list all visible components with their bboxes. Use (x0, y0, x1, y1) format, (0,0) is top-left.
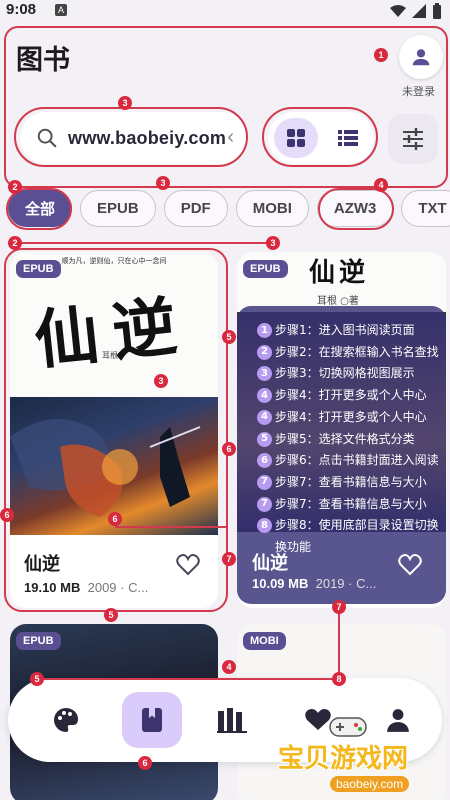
annotation-marker: 7 (332, 600, 346, 614)
status-time: 9:08 (6, 1, 37, 18)
step-item: 4 步骤4：打开更多或个人中心 (257, 407, 440, 429)
format-badge: MOBI (243, 632, 286, 650)
watermark-text: 宝贝游戏网 (278, 744, 409, 774)
site-watermark-logo: 宝贝游戏网 baobeiy.com (270, 717, 450, 800)
annotation-box-chip-all (6, 188, 72, 230)
annotation-marker: 6 (0, 508, 14, 522)
annotation-line (115, 526, 227, 528)
book-year: 2019 · C... (315, 576, 377, 591)
annotation-box-chip-azw3 (318, 188, 394, 230)
annotation-marker: 4 (222, 660, 236, 674)
annotation-marker: 1 (374, 48, 388, 62)
annotation-marker: 3 (156, 176, 170, 190)
book-meta: 10.09 MB 2019 · C... (252, 576, 376, 591)
annotation-marker: 6 (108, 512, 122, 526)
nav-books[interactable] (122, 692, 182, 748)
format-badge: EPUB (16, 632, 61, 650)
annotation-line (14, 242, 272, 244)
nav-shelf[interactable] (208, 698, 256, 742)
annotation-marker: 3 (118, 96, 132, 110)
format-badge: EPUB (243, 260, 288, 278)
annotation-marker: 5 (104, 608, 118, 622)
annotation-line (36, 678, 342, 680)
cover-author: 耳根 ○著 (317, 296, 359, 307)
annotation-box-search (14, 107, 248, 167)
annotation-marker: 7 (222, 552, 236, 566)
annotation-marker: 6 (222, 442, 236, 456)
step-item: 5 步骤5：选择文件格式分类 (257, 429, 440, 451)
step-item: 2 步骤2：在搜索框输入书名查找 (257, 342, 440, 364)
step-item: 7 步骤7：查看书籍信息与大小 (257, 494, 440, 516)
status-icons (390, 3, 442, 19)
step-item: 1 步骤1：进入图书阅读页面 (257, 320, 440, 342)
annotation-marker: 3 (154, 374, 168, 388)
annotation-marker: 4 (374, 178, 388, 192)
palette-icon (54, 708, 78, 732)
nav-theme[interactable] (42, 698, 90, 742)
annotation-marker: 3 (266, 236, 280, 250)
chip-txt[interactable]: TXT (401, 190, 450, 227)
annotation-line (226, 336, 228, 526)
book-size: 10.09 MB (252, 576, 309, 591)
step-item: 7 步骤7：查看书籍信息与大小 (257, 472, 440, 494)
chip-epub[interactable]: EPUB (80, 190, 156, 227)
step-item: 4 步骤4：打开更多或个人中心 (257, 385, 440, 407)
book-icon (142, 708, 162, 732)
step-item: 6 步骤6：点击书籍封面进入阅读 (257, 450, 440, 472)
annotation-box-view-toggle (262, 107, 378, 167)
annotation-box-card (4, 248, 228, 612)
battery-icon (433, 3, 441, 19)
annotation-marker: 2 (8, 236, 22, 250)
chip-mobi[interactable]: MOBI (235, 190, 309, 227)
step-item: 3 步骤3：切换网格视图展示 (257, 363, 440, 385)
annotation-marker: 5 (222, 330, 236, 344)
gamepad-icon (329, 717, 367, 737)
annotation-marker: 6 (138, 756, 152, 770)
favorite-heart-icon[interactable] (398, 554, 422, 576)
annotation-line (338, 604, 340, 680)
app-notification-icon: A (55, 4, 67, 16)
bookshelf-icon (217, 708, 247, 733)
wifi-icon (390, 5, 406, 17)
chip-pdf[interactable]: PDF (163, 190, 228, 227)
signal-icon (412, 4, 426, 18)
annotation-marker: 5 (30, 672, 44, 686)
watermark-domain: baobeiy.com (330, 776, 410, 792)
annotation-marker: 2 (8, 180, 22, 194)
cover-calligraphy: 仙逆 (309, 258, 370, 288)
annotation-marker: 8 (332, 672, 346, 686)
book-title: 仙逆 (252, 553, 288, 574)
status-bar: 9:08 A (0, 0, 450, 22)
